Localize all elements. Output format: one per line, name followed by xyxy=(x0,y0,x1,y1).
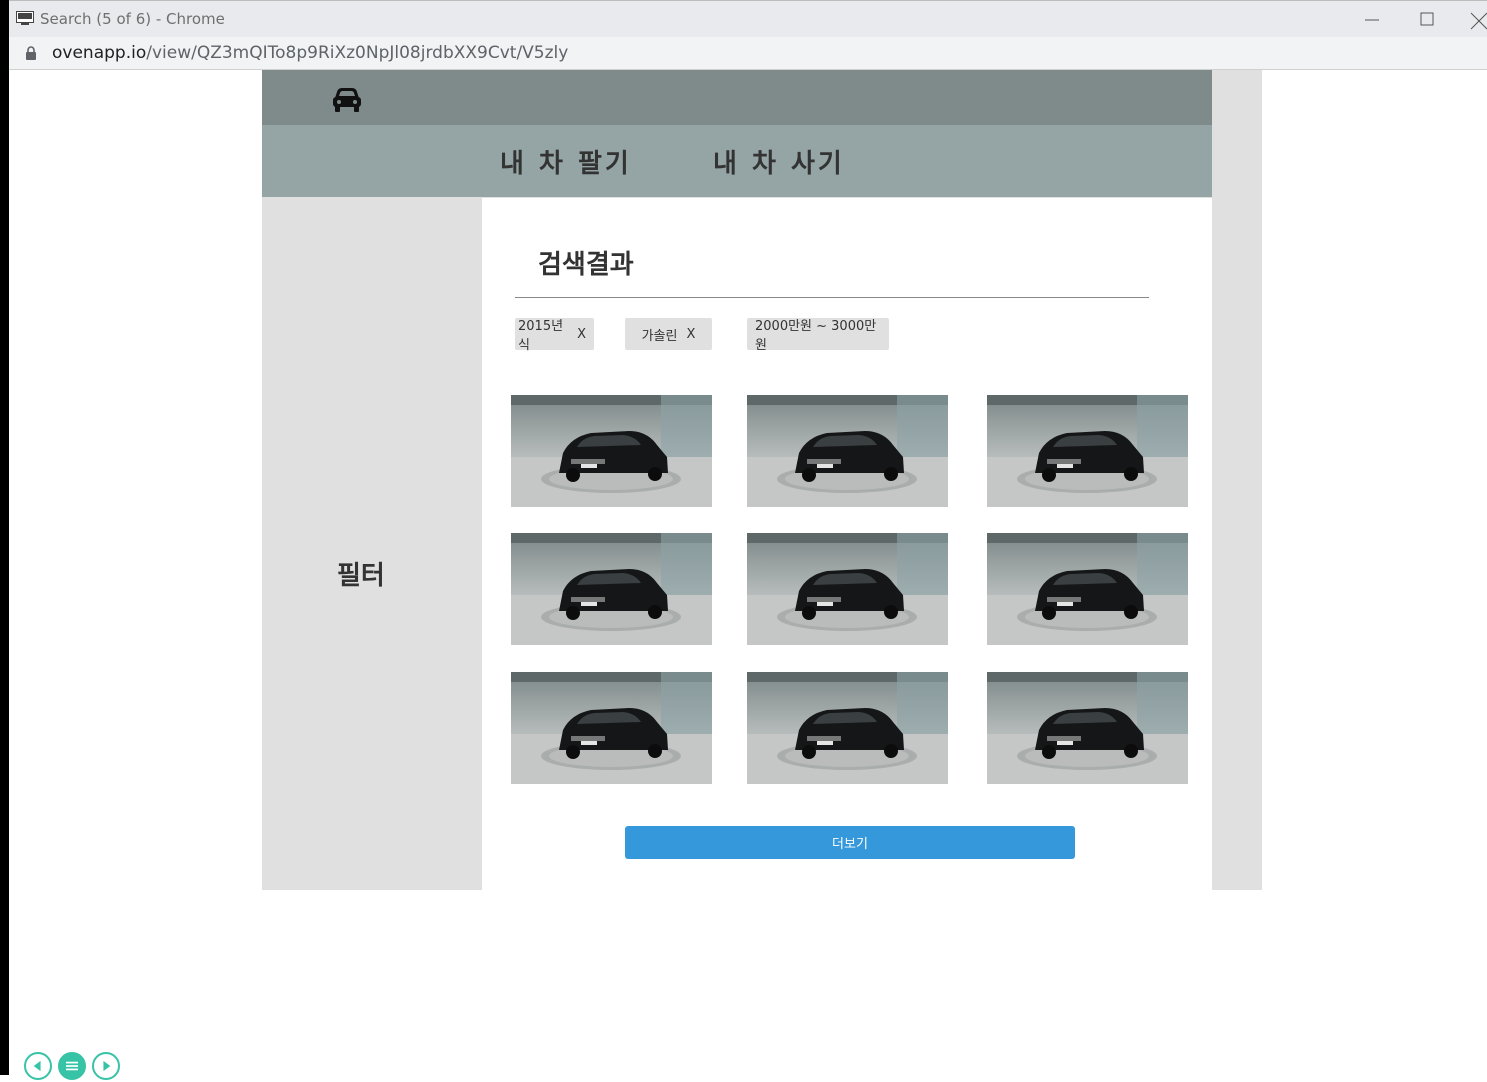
title-divider xyxy=(515,297,1149,298)
url-host: ovenapp.io xyxy=(52,43,147,63)
maximize-icon[interactable] xyxy=(1412,7,1442,31)
chip-label: 2015년식 xyxy=(518,319,564,353)
filter-chip-fuel: 가솔린 X xyxy=(625,318,712,350)
filter-chip-price: 2000만원 ~ 3000만원 xyxy=(747,318,889,353)
window-title: Search (5 of 6) - Chrome xyxy=(40,10,225,28)
car-listing-thumbnail[interactable] xyxy=(511,533,712,645)
minimize-icon[interactable] xyxy=(1357,7,1387,31)
filter-chip-year: 2015년식 X xyxy=(515,318,594,353)
close-icon[interactable] xyxy=(1465,7,1487,31)
nav-sell-my-car[interactable]: 내 차 팔기 xyxy=(500,143,632,180)
url-text[interactable]: ovenapp.io/view/QZ3mQITo8p9RiXz0NpJl08jr… xyxy=(52,43,568,63)
next-screen-icon[interactable] xyxy=(92,1052,120,1080)
page-title: 검색결과 xyxy=(538,250,634,280)
chip-label: 2000만원 ~ 3000만원 xyxy=(755,319,877,353)
filter-sidebar: 필터 xyxy=(262,198,482,890)
chip-remove-button[interactable]: X xyxy=(686,327,695,342)
left-edge xyxy=(0,0,9,1075)
car-listing-thumbnail[interactable] xyxy=(987,672,1188,784)
lock-icon xyxy=(26,46,36,60)
site-header xyxy=(262,70,1212,125)
car-listing-thumbnail[interactable] xyxy=(511,672,712,784)
chip-label: 가솔린 xyxy=(641,328,678,344)
url-path: /view/QZ3mQITo8p9RiXz0NpJl08jrdbXX9Cvt/V… xyxy=(146,43,569,63)
chip-remove-button[interactable]: X xyxy=(577,327,586,342)
window-icon xyxy=(16,11,34,25)
car-listing-thumbnail[interactable] xyxy=(511,395,712,507)
car-listing-thumbnail[interactable] xyxy=(987,395,1188,507)
car-listing-thumbnail[interactable] xyxy=(747,533,948,645)
filter-label[interactable]: 필터 xyxy=(337,555,385,592)
search-results: 검색결과 2015년식 X 가솔린 X 2000만원 ~ 3000만원 더보기 xyxy=(482,198,1212,890)
car-icon[interactable] xyxy=(331,86,363,114)
menu-icon[interactable] xyxy=(58,1052,86,1080)
nav-buy-car[interactable]: 내 차 사기 xyxy=(713,143,845,180)
car-listing-thumbnail[interactable] xyxy=(747,395,948,507)
load-more-button[interactable]: 더보기 xyxy=(625,826,1075,859)
car-listing-thumbnail[interactable] xyxy=(747,672,948,784)
main-nav: 내 차 팔기 내 차 사기 xyxy=(262,125,1212,197)
page-container: 내 차 팔기 내 차 사기 필터 검색결과 2015년식 X 가솔린 X 200… xyxy=(262,70,1262,890)
previous-screen-icon[interactable] xyxy=(24,1052,52,1080)
browser-title-bar: Search (5 of 6) - Chrome xyxy=(9,0,1487,37)
car-listing-thumbnail[interactable] xyxy=(987,533,1188,645)
address-bar[interactable]: ovenapp.io/view/QZ3mQITo8p9RiXz0NpJl08jr… xyxy=(9,37,1487,70)
